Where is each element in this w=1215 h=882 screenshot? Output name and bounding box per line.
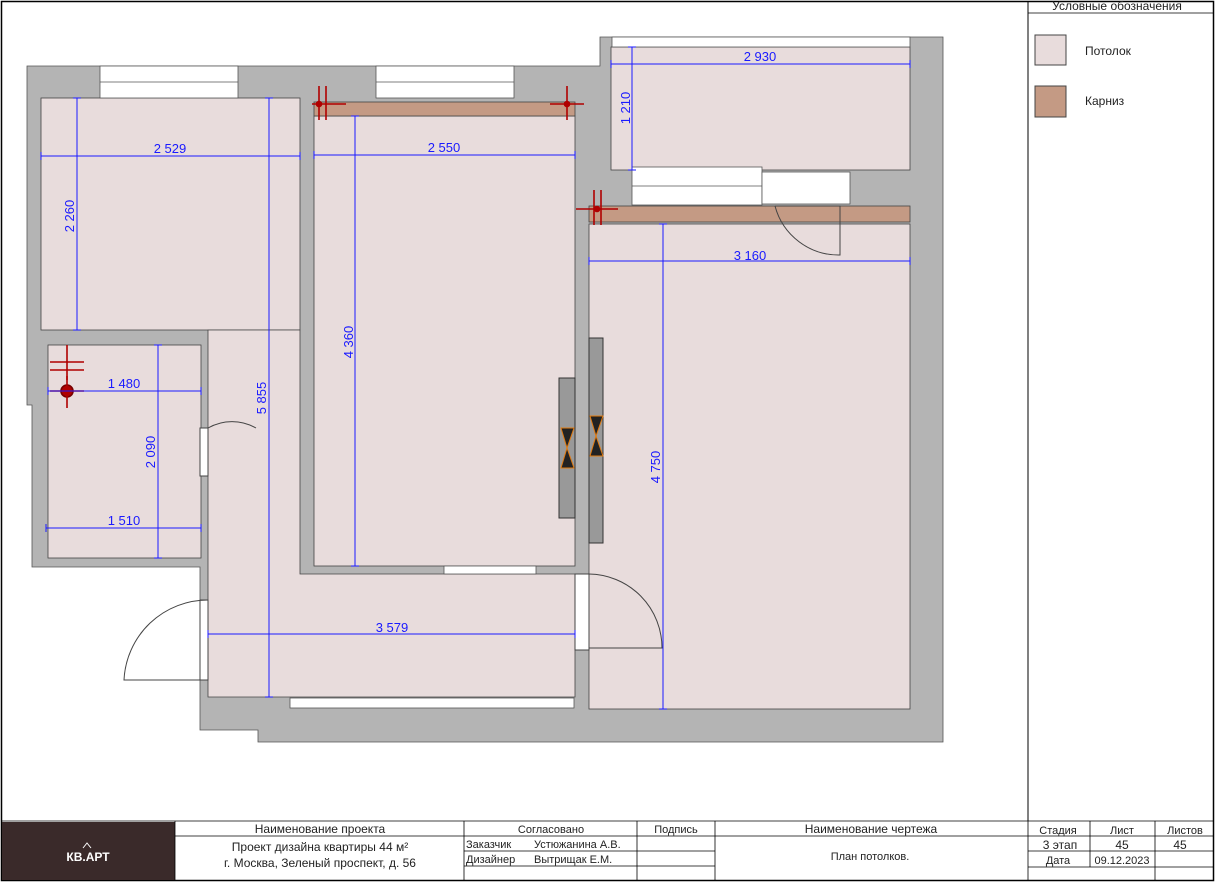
agreed-header: Согласовано bbox=[518, 824, 584, 836]
dim-label: 3 579 bbox=[376, 620, 409, 635]
sheets-value: 45 bbox=[1173, 838, 1187, 852]
stage-header: Стадия bbox=[1039, 825, 1077, 837]
date-label: Дата bbox=[1046, 855, 1071, 867]
logo-text: КВ.АРТ bbox=[66, 850, 110, 864]
ceiling-room-right bbox=[588, 223, 911, 710]
stage-value: 3 этап bbox=[1043, 838, 1077, 852]
dim-label: 1 480 bbox=[108, 376, 141, 391]
project-line2: г. Москва, Зеленый проспект, д. 56 bbox=[224, 856, 416, 870]
project-name-header: Наименование проекта bbox=[255, 822, 386, 836]
project-line1: Проект дизайна квартиры 44 м² bbox=[232, 840, 408, 854]
sheets-header: Листов bbox=[1167, 825, 1203, 837]
legend-swatch-ceiling bbox=[1034, 34, 1067, 66]
sheet-value: 45 bbox=[1115, 838, 1129, 852]
floor-plan: 2 529 2 260 2 550 4 360 5 855 2 930 1 21… bbox=[0, 0, 1215, 882]
dim-label: 4 750 bbox=[648, 451, 663, 484]
dim-label: 1 510 bbox=[108, 513, 141, 528]
dim-label: 2 930 bbox=[744, 49, 777, 64]
legend-swatch-cornice bbox=[1034, 85, 1067, 118]
dim-label: 2 260 bbox=[62, 200, 77, 233]
legend-label: Потолок bbox=[1085, 44, 1132, 58]
dim-label: 2 550 bbox=[428, 140, 461, 155]
date-value: 09.12.2023 bbox=[1094, 855, 1149, 867]
sign-header: Подпись bbox=[654, 824, 698, 836]
legend-label: Карниз bbox=[1085, 94, 1125, 108]
drawing-name: План потолков. bbox=[831, 851, 910, 863]
ceiling-room-left bbox=[40, 97, 301, 331]
dim-label: 1 210 bbox=[618, 92, 633, 125]
ceiling-balcony bbox=[610, 46, 911, 171]
cornice-middle bbox=[313, 101, 576, 117]
dim-label: 4 360 bbox=[341, 326, 356, 359]
designer-name: Вытрищак Е.М. bbox=[534, 854, 612, 866]
dim-label: 2 529 bbox=[154, 141, 187, 156]
drawing-name-header: Наименование чертежа bbox=[805, 822, 938, 836]
legend-title: Условные обозначения bbox=[1052, 0, 1182, 13]
legend: Условные обозначения Потолок Карниз bbox=[1028, 0, 1213, 118]
cornice-right bbox=[588, 205, 911, 223]
dim-label: 5 855 bbox=[254, 382, 269, 415]
sheet-header: Лист bbox=[1110, 825, 1134, 837]
dim-label: 3 160 bbox=[734, 248, 767, 263]
customer-label: Заказчик bbox=[466, 839, 511, 851]
dim-label: 2 090 bbox=[143, 436, 158, 469]
designer-label: Дизайнер bbox=[466, 854, 515, 866]
customer-name: Устюжанина А.В. bbox=[534, 839, 621, 851]
